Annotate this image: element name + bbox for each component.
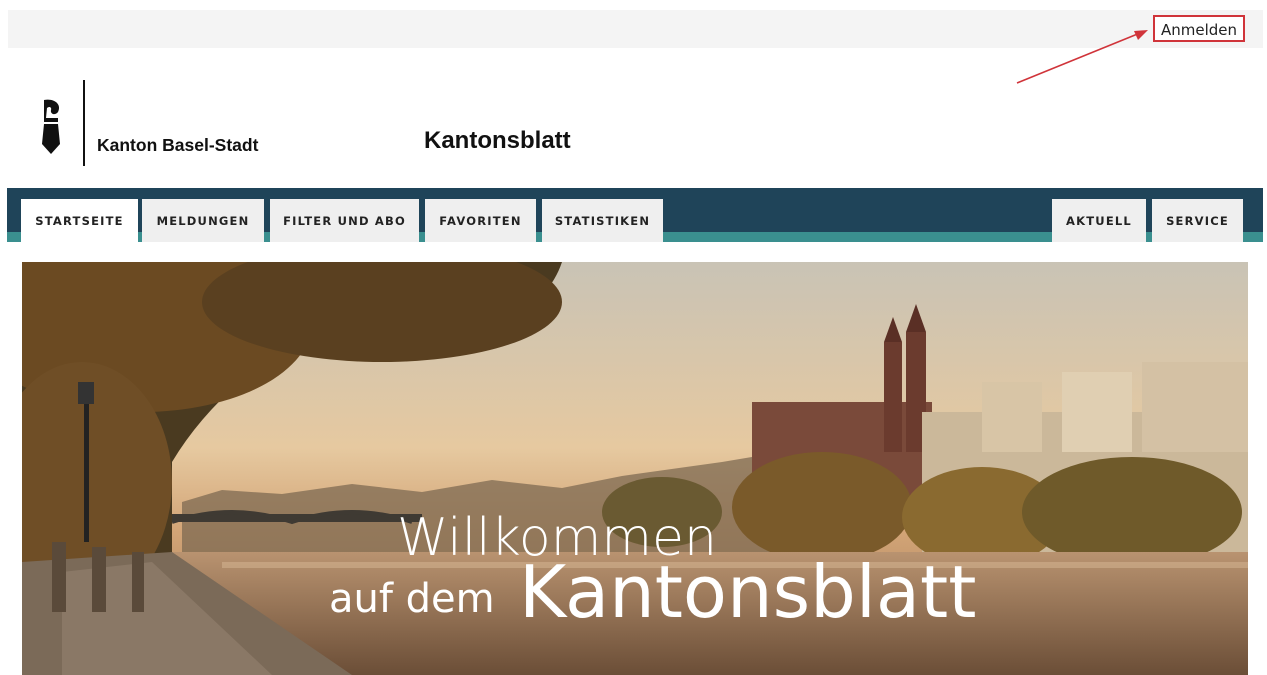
- tab-startseite[interactable]: STARTSEITE: [21, 199, 138, 242]
- tab-service[interactable]: SERVICE: [1152, 199, 1243, 242]
- basel-rhine-photo: [22, 262, 1248, 675]
- basel-staff-icon: [42, 99, 60, 154]
- top-utility-bar: [8, 10, 1263, 48]
- tab-statistiken[interactable]: STATISTIKEN: [542, 199, 663, 242]
- tab-aktuell[interactable]: AKTUELL: [1052, 199, 1146, 242]
- tab-meldungen[interactable]: MELDUNGEN: [142, 199, 264, 242]
- site-title: Kantonsblatt: [424, 127, 571, 154]
- canton-name: Kanton Basel-Stadt: [97, 135, 259, 155]
- login-button[interactable]: Anmelden: [1153, 15, 1246, 42]
- tab-favoriten[interactable]: FAVORITEN: [425, 199, 536, 242]
- hero-banner: Willkommen auf dem Kantonsblatt: [22, 262, 1248, 675]
- tab-filter-und-abo[interactable]: FILTER UND ABO: [270, 199, 419, 242]
- logo-divider: [83, 80, 85, 166]
